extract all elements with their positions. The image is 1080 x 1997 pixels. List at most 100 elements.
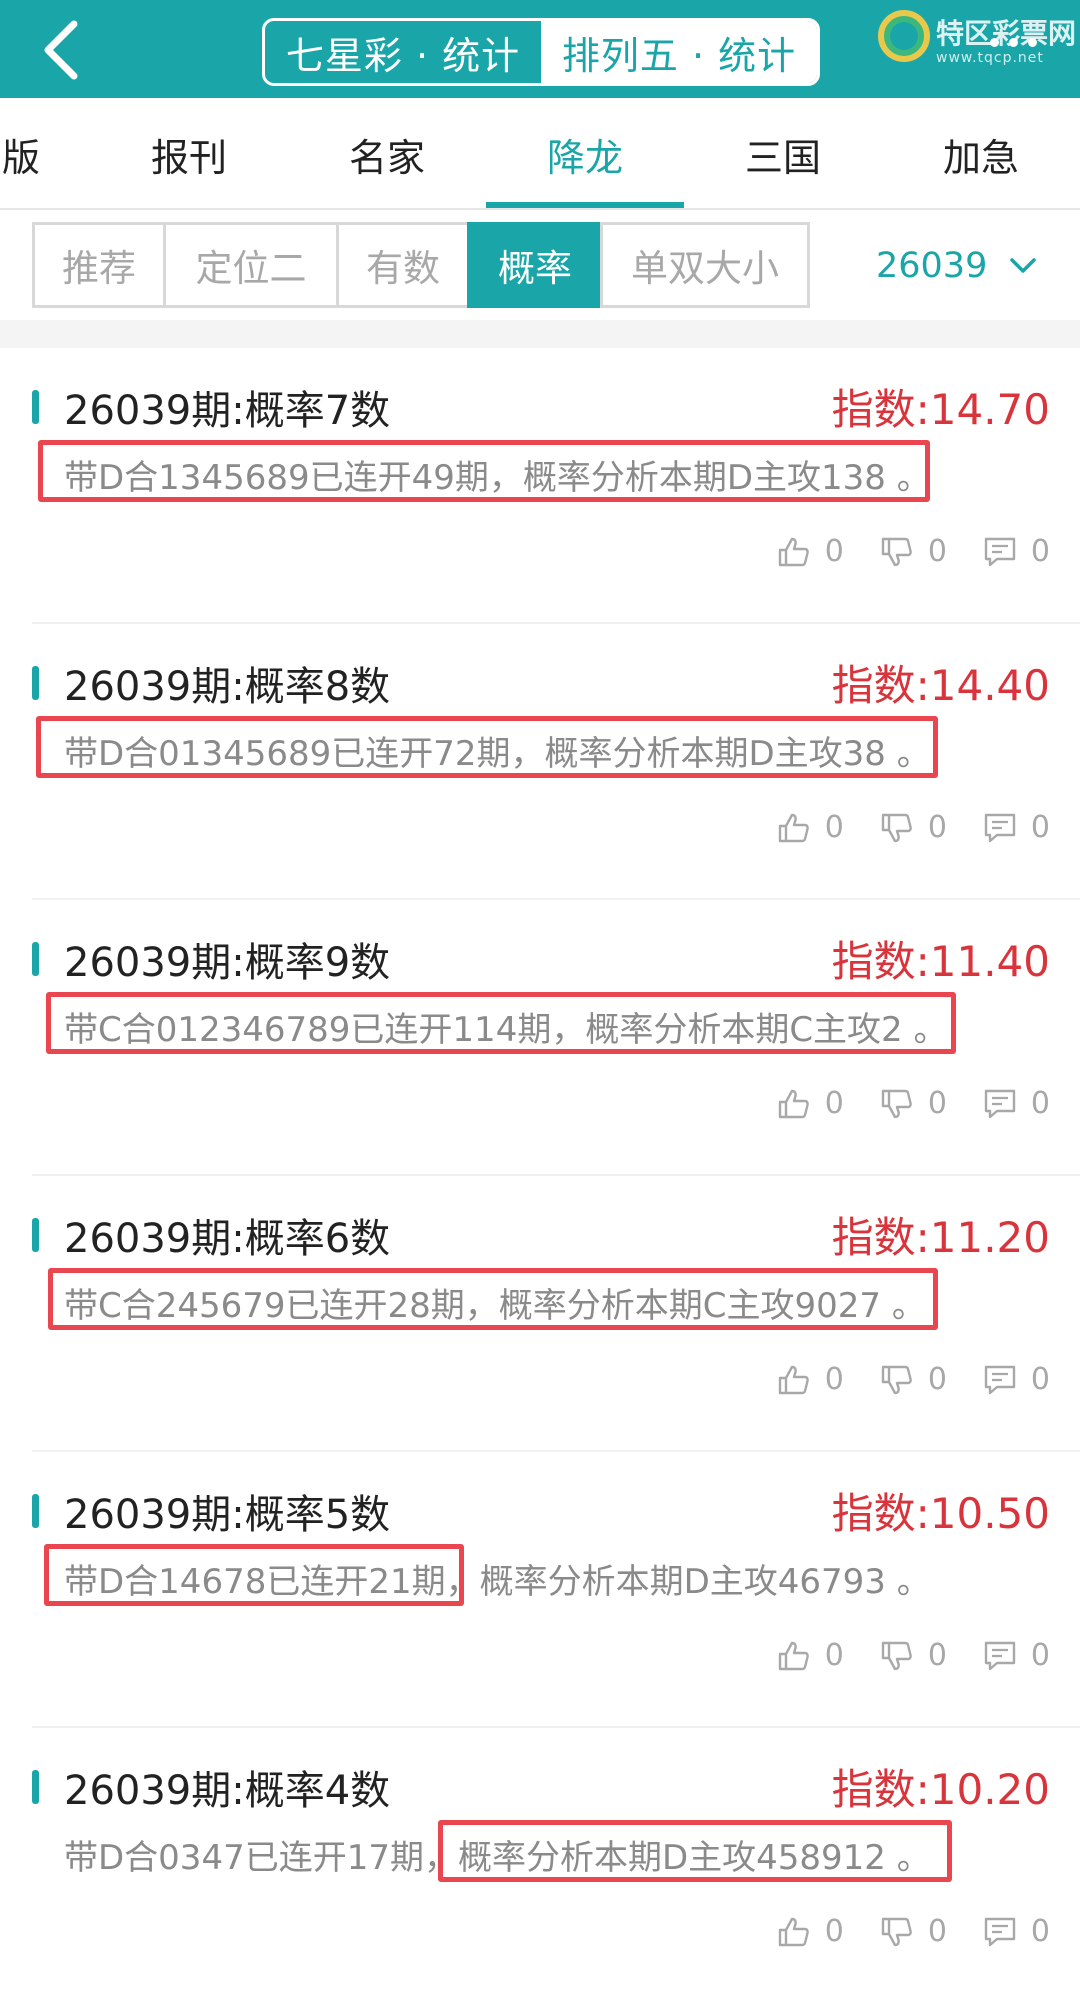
comment-icon <box>984 1365 1016 1394</box>
nav-tab-sanguo[interactable]: 三国 <box>684 98 882 210</box>
thumbs-down-icon <box>881 1917 912 1946</box>
post-body: 带C合245679已连开28期，概率分析本期C主攻9027 。 <box>64 1286 926 1326</box>
title-accent <box>32 1218 39 1252</box>
comment-icon <box>984 1641 1016 1670</box>
post-title: 26039期:概率4数 <box>64 1768 391 1814</box>
like-count: 0 <box>824 1914 844 1949</box>
back-icon <box>44 20 78 80</box>
nav-tab-jiaji[interactable]: 加急 <box>882 98 1080 210</box>
dislike-button[interactable]: 0 <box>880 1086 947 1121</box>
dislike-button[interactable]: 0 <box>880 1914 947 1949</box>
like-button[interactable]: 0 <box>777 1914 844 1949</box>
post-body: 带C合012346789已连开114期，概率分析本期C主攻2 。 <box>64 1010 948 1050</box>
comment-count: 0 <box>1030 1638 1050 1673</box>
post-item[interactable]: 26039期:概率6数 指数:11.20 带C合245679已连开28期，概率分… <box>0 1176 1080 1452</box>
like-button[interactable]: 0 <box>777 810 844 845</box>
dislike-button[interactable]: 0 <box>880 1362 947 1397</box>
post-actions: 0 0 0 <box>777 1362 1050 1397</box>
logo-url: www.tqcp.net <box>936 50 1044 66</box>
dislike-count: 0 <box>927 1086 947 1121</box>
comment-icon <box>984 813 1016 842</box>
post-title: 26039期:概率8数 <box>64 664 391 710</box>
post-index: 指数:14.40 <box>831 661 1050 710</box>
thumbs-up-icon <box>778 813 809 842</box>
back-button[interactable] <box>30 18 90 82</box>
nav-tab-mingjia[interactable]: 名家 <box>288 98 486 210</box>
post-item[interactable]: 26039期:概率4数 指数:10.20 带D合0347已连开17期，概率分析本… <box>0 1728 1080 1997</box>
post-title: 26039期:概率9数 <box>64 940 391 986</box>
comment-button[interactable]: 0 <box>983 810 1050 845</box>
nav-tab-baokan[interactable]: 报刊 <box>90 98 288 210</box>
post-title: 26039期:概率7数 <box>64 388 391 434</box>
post-index: 指数:11.40 <box>831 937 1050 986</box>
issue-number: 26039 <box>876 246 988 286</box>
post-actions: 0 0 0 <box>777 810 1050 845</box>
post-body: 带D合14678已连开21期，概率分析本期D主攻46793 。 <box>64 1562 931 1602</box>
chip-gailv[interactable]: 概率 <box>467 222 603 308</box>
comment-icon <box>984 1089 1016 1118</box>
comment-icon <box>984 1917 1016 1946</box>
thumbs-down-icon <box>881 1089 912 1118</box>
active-tab-indicator <box>486 202 684 208</box>
thumbs-up-icon <box>778 1365 809 1394</box>
thumbs-down-icon <box>881 813 912 842</box>
thumbs-down-icon <box>881 1641 912 1670</box>
like-count: 0 <box>824 810 844 845</box>
post-body: 带D合01345689已连开72期，概率分析本期D主攻38 。 <box>64 734 931 774</box>
post-actions: 0 0 0 <box>777 1086 1050 1121</box>
more-icon[interactable] <box>990 38 1037 47</box>
chevron-down-icon <box>1010 258 1037 273</box>
chip-dingweier[interactable]: 定位二 <box>163 222 339 308</box>
logo-swirl-icon <box>878 10 930 62</box>
nav-tab-xianglong[interactable]: 降龙 <box>486 98 684 210</box>
post-index: 指数:14.70 <box>831 385 1050 434</box>
site-logo: 特区彩票网 www.tqcp.net <box>878 10 1076 80</box>
title-accent <box>32 1770 39 1804</box>
chip-youshu[interactable]: 有数 <box>336 222 470 308</box>
tab-qixingcai-stats[interactable]: 七星彩 · 统计 <box>265 21 541 83</box>
post-index: 指数:10.50 <box>831 1489 1050 1538</box>
comment-button[interactable]: 0 <box>983 1086 1050 1121</box>
chip-danshuangdaxiao[interactable]: 单双大小 <box>600 222 810 308</box>
dislike-button[interactable]: 0 <box>880 534 947 569</box>
category-nav: 版 报刊 名家 降龙 三国 加急 <box>0 98 1080 210</box>
post-item[interactable]: 26039期:概率7数 指数:14.70 带D合1345689已连开49期，概率… <box>0 348 1080 624</box>
comment-count: 0 <box>1030 534 1050 569</box>
comment-button[interactable]: 0 <box>983 1638 1050 1673</box>
title-accent <box>32 666 39 700</box>
issue-selector[interactable]: 26039 <box>876 236 1037 296</box>
like-button[interactable]: 0 <box>777 1086 844 1121</box>
dislike-button[interactable]: 0 <box>880 1638 947 1673</box>
post-body: 带D合1345689已连开49期，概率分析本期D主攻138 。 <box>64 458 931 498</box>
comment-button[interactable]: 0 <box>983 1914 1050 1949</box>
dislike-count: 0 <box>927 1362 947 1397</box>
dislike-button[interactable]: 0 <box>880 810 947 845</box>
post-index: 指数:11.20 <box>831 1213 1050 1262</box>
post-item[interactable]: 26039期:概率5数 指数:10.50 带D合14678已连开21期，概率分析… <box>0 1452 1080 1728</box>
comment-button[interactable]: 0 <box>983 534 1050 569</box>
chip-tuijian[interactable]: 推荐 <box>32 222 166 308</box>
post-item[interactable]: 26039期:概率8数 指数:14.40 带D合01345689已连开72期，概… <box>0 624 1080 900</box>
like-count: 0 <box>824 1362 844 1397</box>
comment-count: 0 <box>1030 1086 1050 1121</box>
like-count: 0 <box>824 1086 844 1121</box>
post-title: 26039期:概率6数 <box>64 1216 391 1262</box>
post-title: 26039期:概率5数 <box>64 1492 391 1538</box>
post-actions: 0 0 0 <box>777 1914 1050 1949</box>
like-button[interactable]: 0 <box>777 534 844 569</box>
comment-icon <box>984 537 1016 566</box>
title-accent <box>32 942 39 976</box>
post-item[interactable]: 26039期:概率9数 指数:11.40 带C合012346789已连开114期… <box>0 900 1080 1176</box>
like-button[interactable]: 0 <box>777 1638 844 1673</box>
comment-button[interactable]: 0 <box>983 1362 1050 1397</box>
like-button[interactable]: 0 <box>777 1362 844 1397</box>
tab-pailiewu-stats[interactable]: 排列五 · 统计 <box>541 21 817 83</box>
lottery-type-switch: 七星彩 · 统计 排列五 · 统计 <box>262 18 820 86</box>
post-actions: 0 0 0 <box>777 534 1050 569</box>
thumbs-down-icon <box>881 537 912 566</box>
filter-chips: 推荐 定位二 有数 概率 单双大小 <box>32 222 810 308</box>
dislike-count: 0 <box>927 534 947 569</box>
dislike-count: 0 <box>927 810 947 845</box>
like-count: 0 <box>824 1638 844 1673</box>
thumbs-up-icon <box>778 1641 809 1670</box>
